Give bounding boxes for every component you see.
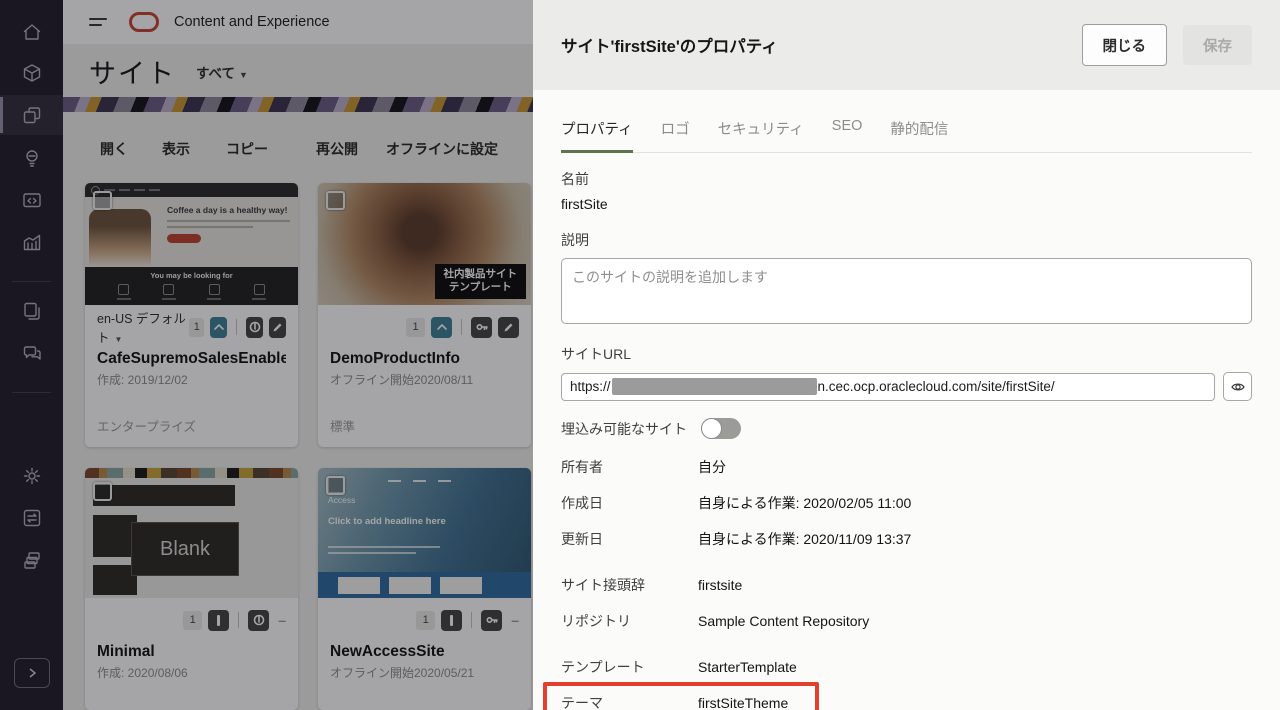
save-button[interactable]: 保存 <box>1183 25 1252 65</box>
theme-row: テーマ firstSiteTheme <box>561 685 1252 710</box>
site-url-input[interactable]: https:// n.cec.ocp.oraclecloud.com/site/… <box>561 373 1215 401</box>
owner-value: 自分 <box>698 457 726 477</box>
eye-icon <box>1230 380 1246 394</box>
tab-logo[interactable]: ロゴ <box>661 118 690 139</box>
theme-label: テーマ <box>561 693 698 710</box>
panel-title-site-name: 'firstSite' <box>611 38 680 56</box>
panel-body: プロパティ ロゴ セキュリティ SEO 静的配信 名前 firstSite 説明… <box>533 118 1280 710</box>
updated-row: 更新日 自身による作業: 2020/11/09 13:37 <box>561 521 1252 557</box>
updated-value: 自身による作業: 2020/11/09 13:37 <box>698 529 911 549</box>
modal-scrim <box>0 0 533 710</box>
created-label: 作成日 <box>561 493 698 513</box>
updated-label: 更新日 <box>561 529 698 549</box>
template-row: テンプレート StarterTemplate <box>561 649 1252 685</box>
owner-row: 所有者 自分 <box>561 449 1252 485</box>
site-prefix-label: サイト接頭辞 <box>561 575 698 595</box>
tab-security[interactable]: セキュリティ <box>718 118 804 139</box>
tab-properties[interactable]: プロパティ <box>561 118 633 139</box>
site-prefix-value: firstsite <box>698 577 742 593</box>
description-label: 説明 <box>561 230 1252 250</box>
site-properties-panel: サイト'firstSite'のプロパティ 閉じる 保存 プロパティ ロゴ セキュ… <box>533 0 1280 710</box>
created-row: 作成日 自身による作業: 2020/02/05 11:00 <box>561 485 1252 521</box>
owner-label: 所有者 <box>561 457 698 477</box>
name-label: 名前 <box>561 169 1252 189</box>
site-prefix-row: サイト接頭辞 firstsite <box>561 567 1252 603</box>
repository-row: リポジトリ Sample Content Repository <box>561 603 1252 639</box>
tab-seo[interactable]: SEO <box>832 118 863 139</box>
panel-tabs: プロパティ ロゴ セキュリティ SEO 静的配信 <box>561 118 1252 153</box>
app-root: Content and Experience サイト すべて▼ 開く 表示 コピ… <box>0 0 1280 710</box>
repository-label: リポジトリ <box>561 611 698 631</box>
template-value: StarterTemplate <box>698 659 797 675</box>
name-value: firstSite <box>561 196 1252 212</box>
embeddable-label: 埋込み可能なサイト <box>561 419 687 439</box>
created-value: 自身による作業: 2020/02/05 11:00 <box>698 493 911 513</box>
close-button[interactable]: 閉じる <box>1082 24 1168 66</box>
panel-header: サイト'firstSite'のプロパティ 閉じる 保存 <box>533 0 1280 90</box>
site-url-label: サイトURL <box>561 344 1252 364</box>
panel-title: サイト'firstSite'のプロパティ <box>561 33 1082 57</box>
embeddable-toggle[interactable] <box>701 418 741 439</box>
template-label: テンプレート <box>561 657 698 677</box>
redacted-host-block <box>612 378 817 395</box>
preview-url-button[interactable] <box>1223 372 1252 401</box>
theme-value: firstSiteTheme <box>698 695 788 710</box>
description-textarea[interactable] <box>561 258 1252 324</box>
repository-value: Sample Content Repository <box>698 613 869 629</box>
tab-static-delivery[interactable]: 静的配信 <box>890 118 948 139</box>
